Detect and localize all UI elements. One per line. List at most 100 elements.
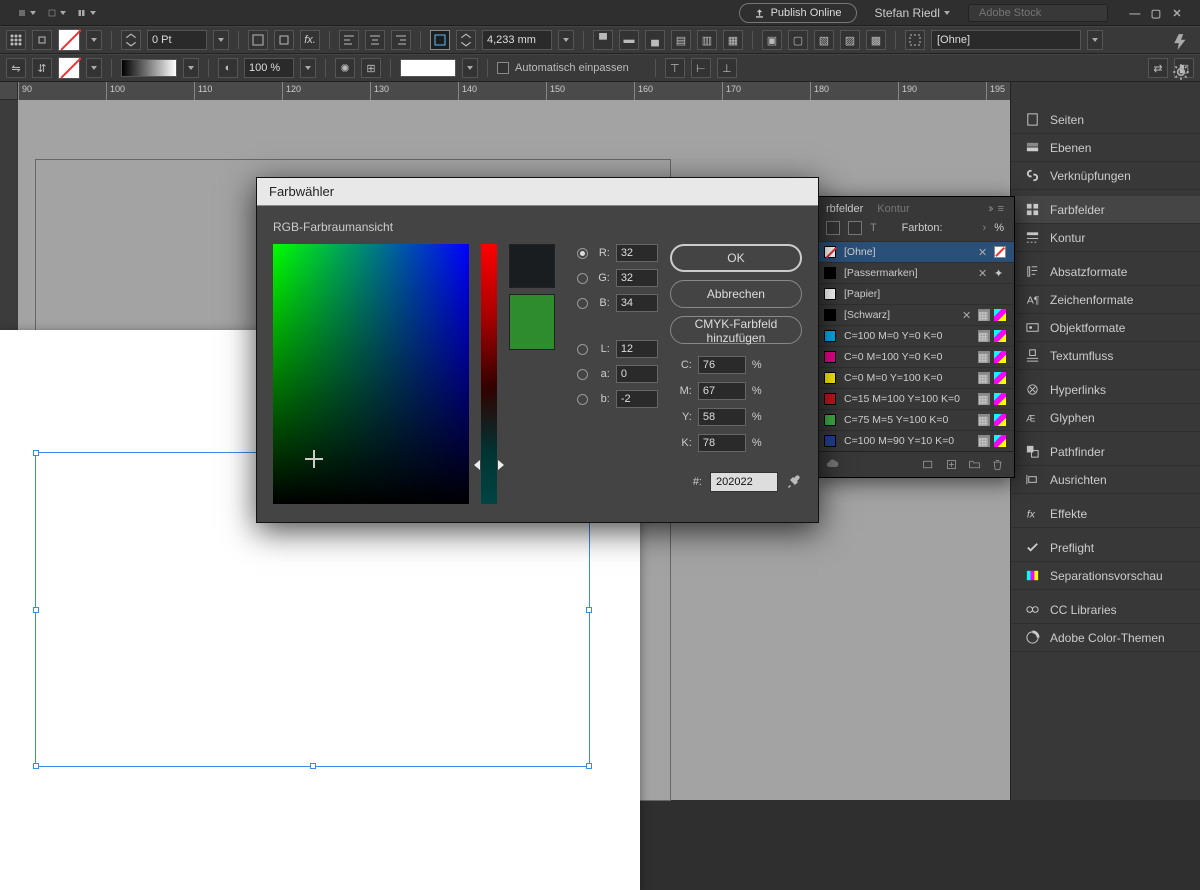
- fill-swatch-none[interactable]: [58, 29, 80, 51]
- radio-l[interactable]: [577, 344, 588, 355]
- vert-align-mid-icon[interactable]: ▬: [619, 30, 639, 50]
- swatch-item[interactable]: [Schwarz]✕▦: [816, 304, 1014, 325]
- input-r[interactable]: [616, 244, 658, 262]
- panel-separationsvorschau[interactable]: Separationsvorschau: [1011, 562, 1200, 590]
- panel-verknüpfungen[interactable]: Verknüpfungen: [1011, 162, 1200, 190]
- cloud-icon[interactable]: [826, 458, 839, 471]
- flip-v-icon[interactable]: ⇵: [32, 58, 52, 78]
- input-lab-b[interactable]: [616, 390, 658, 408]
- swatch-item[interactable]: C=100 M=90 Y=10 K=0▦: [816, 430, 1014, 451]
- swatch-item[interactable]: C=75 M=5 Y=100 K=0▦: [816, 409, 1014, 430]
- bridge-dropdown[interactable]: [18, 9, 36, 17]
- vert-align-top-icon[interactable]: ▀: [593, 30, 613, 50]
- radio-lab-b[interactable]: [577, 394, 588, 405]
- panel-kontur[interactable]: Kontur: [1011, 224, 1200, 252]
- transform-icon[interactable]: [905, 30, 925, 50]
- flash-icon[interactable]: [1172, 33, 1190, 51]
- stroke-weight-input[interactable]: [147, 30, 207, 50]
- corner-options-icon[interactable]: [248, 30, 268, 50]
- trash-icon[interactable]: [991, 458, 1004, 471]
- corner-same-icon[interactable]: [274, 30, 294, 50]
- radio-a[interactable]: [577, 369, 588, 380]
- panel-farbfelder[interactable]: Farbfelder: [1011, 196, 1200, 224]
- input-c[interactable]: [698, 356, 746, 374]
- gear-icon[interactable]: [1172, 63, 1190, 81]
- opacity-icon[interactable]: ◐: [218, 58, 238, 78]
- input-g[interactable]: [616, 269, 658, 287]
- resize-handle-mr[interactable]: [586, 607, 592, 613]
- ref-point-icon[interactable]: [6, 30, 26, 50]
- panel-menu-icon[interactable]: ≡: [998, 203, 1004, 215]
- input-l[interactable]: [616, 340, 658, 358]
- swatches-tab[interactable]: rbfelder: [826, 203, 863, 215]
- panel-textumfluss[interactable]: Textumfluss: [1011, 342, 1200, 370]
- swatch-item[interactable]: [Papier]: [816, 283, 1014, 304]
- ok-button[interactable]: OK: [670, 244, 802, 272]
- valign3-icon[interactable]: ⊥: [717, 58, 737, 78]
- hue-handle-left[interactable]: [474, 460, 480, 470]
- frame-size-input[interactable]: [482, 30, 552, 50]
- hue-handle-right[interactable]: [498, 460, 504, 470]
- stock-search[interactable]: [968, 4, 1108, 22]
- radio-g[interactable]: [577, 273, 588, 284]
- swatch-item[interactable]: [Ohne]✕: [816, 241, 1014, 262]
- valign2-icon[interactable]: ⊢: [691, 58, 711, 78]
- panel-hyperlinks[interactable]: Hyperlinks: [1011, 376, 1200, 404]
- panel-effekte[interactable]: fxEffekte: [1011, 500, 1200, 528]
- radio-b[interactable]: [577, 298, 588, 309]
- stroke-style-dropdown[interactable]: [183, 58, 199, 78]
- panel-seiten[interactable]: Seiten: [1011, 106, 1200, 134]
- panel-glyphen[interactable]: ÆGlyphen: [1011, 404, 1200, 432]
- fill-stroke-toggle[interactable]: [826, 221, 840, 235]
- valign1-icon[interactable]: ⊤: [665, 58, 685, 78]
- resize-handle-bm[interactable]: [310, 763, 316, 769]
- view-menu[interactable]: [78, 9, 96, 17]
- color-field[interactable]: [273, 244, 469, 504]
- panel-absatzformate[interactable]: Absatzformate: [1011, 258, 1200, 286]
- new-group-icon[interactable]: [922, 458, 935, 471]
- ruler-origin[interactable]: [0, 82, 18, 100]
- input-k[interactable]: [698, 434, 746, 452]
- stroke-swatch-none[interactable]: [58, 57, 80, 79]
- panel-cc libraries[interactable]: CC Libraries: [1011, 596, 1200, 624]
- collapse-icon[interactable]: ››: [988, 203, 991, 215]
- frame-fitting-active-icon[interactable]: [430, 30, 450, 50]
- zoom-input[interactable]: [244, 58, 294, 78]
- misc2-icon[interactable]: ⊞: [361, 58, 381, 78]
- minimize-button[interactable]: —: [1126, 8, 1144, 20]
- zoom-menu[interactable]: [48, 9, 66, 17]
- panel-preflight[interactable]: Preflight: [1011, 534, 1200, 562]
- autofit-checkbox[interactable]: [497, 62, 509, 74]
- panel-adobe color-themen[interactable]: Adobe Color-Themen: [1011, 624, 1200, 652]
- zoom-dropdown[interactable]: [300, 58, 316, 78]
- constrain-icon[interactable]: [32, 30, 52, 50]
- flip-h-icon[interactable]: ⇋: [6, 58, 26, 78]
- account-dropdown[interactable]: Stefan Riedl: [875, 6, 950, 20]
- dist-v2-icon[interactable]: ▥: [697, 30, 717, 50]
- wrap-4-icon[interactable]: ▨: [840, 30, 860, 50]
- align-left-icon[interactable]: [339, 30, 359, 50]
- wrap-2-icon[interactable]: ▢: [788, 30, 808, 50]
- object-style-dropdown[interactable]: [1087, 30, 1103, 50]
- resize-handle-ml[interactable]: [33, 607, 39, 613]
- dist-v1-icon[interactable]: ▤: [671, 30, 691, 50]
- stroke-stepper[interactable]: [121, 30, 141, 50]
- swatch-item[interactable]: [Passermarken]✕✦: [816, 262, 1014, 283]
- color-field-cursor[interactable]: [305, 450, 323, 468]
- wrap-3-icon[interactable]: ▧: [814, 30, 834, 50]
- panel-ausrichten[interactable]: Ausrichten: [1011, 466, 1200, 494]
- dist-v3-icon[interactable]: ▦: [723, 30, 743, 50]
- wrap-1-icon[interactable]: ▣: [762, 30, 782, 50]
- text-toggle-icon[interactable]: T: [870, 222, 877, 234]
- resize-handle-tl[interactable]: [33, 450, 39, 456]
- blank-swatch[interactable]: [400, 59, 456, 77]
- input-a[interactable]: [616, 365, 658, 383]
- swatch-item[interactable]: C=0 M=0 Y=100 K=0▦: [816, 367, 1014, 388]
- frame-size-dropdown[interactable]: [558, 30, 574, 50]
- stroke-weight-dropdown[interactable]: [213, 30, 229, 50]
- frame-stepper[interactable]: [456, 30, 476, 50]
- stroke-tab[interactable]: Kontur: [877, 203, 909, 215]
- dialog-titlebar[interactable]: Farbwähler: [257, 178, 818, 206]
- new-folder-icon[interactable]: [968, 458, 981, 471]
- blank-dropdown[interactable]: [462, 58, 478, 78]
